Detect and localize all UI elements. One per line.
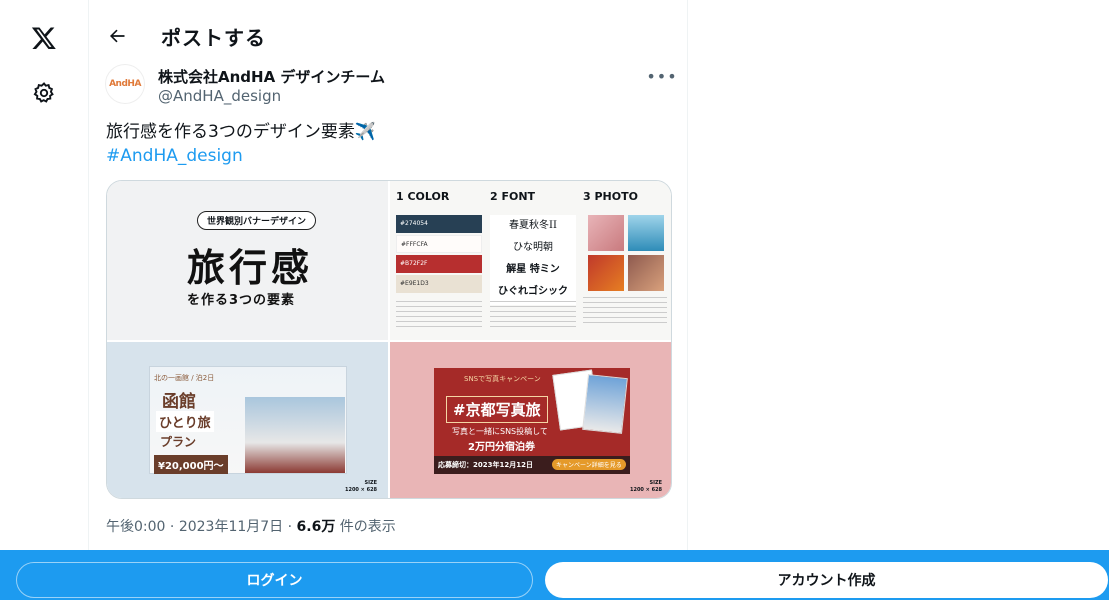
font-sample-4: ひぐれゴシック — [498, 286, 568, 297]
meta-separator: · — [169, 519, 175, 535]
back-arrow-icon[interactable] — [101, 20, 133, 52]
photo-thumb-2 — [628, 215, 664, 251]
hakodate-banner: 北の一画館 / 泊2日 函館 ひとり旅 プラン ¥20,000円〜 — [149, 366, 347, 474]
view-label: 件の表示 — [339, 519, 396, 535]
font-sample-2: ひな明朝 — [513, 242, 553, 253]
photo-thumb-3 — [588, 255, 624, 291]
kyoto-title: #京都写真旅 — [446, 396, 548, 423]
size-label-3: SIZE 1200 × 628 — [345, 480, 378, 493]
page-header: ポストする — [89, 0, 689, 72]
swatch-2: #FFFCFA — [396, 235, 482, 253]
color-heading: 1 COLOR — [396, 190, 450, 203]
font-sample-1: 春夏秋冬II — [509, 220, 557, 231]
media-tile-1[interactable]: 世界観別バナーデザイン 旅行感 を作る3つの要素 — [107, 181, 388, 340]
hakodate-line2: ひとり旅 — [156, 411, 214, 432]
photo-thumb-1 — [588, 215, 624, 251]
banner-title: 旅行感 — [187, 246, 314, 290]
post-time[interactable]: 午後0:00 — [106, 519, 165, 535]
hakodate-line3: プラン — [160, 435, 197, 449]
kyoto-line1: 写真と一緒にSNS投稿して — [452, 427, 548, 436]
view-count: 6.6万 — [296, 519, 336, 535]
kyoto-phone-2 — [582, 374, 628, 434]
author-name[interactable]: 株式会社AndHA デザインチーム — [158, 66, 385, 87]
left-nav — [0, 0, 88, 600]
banner-badge: 世界観別バナーデザイン — [197, 211, 317, 230]
media-tile-2[interactable]: 1 COLOR 2 FONT 3 PHOTO #274054 #FFFCFA #… — [390, 181, 671, 340]
main-column: ポストする AndHA 株式会社AndHA デザインチーム @AndHA_des… — [88, 0, 688, 600]
page-title: ポストする — [161, 26, 266, 50]
hakodate-line1: 函館 — [162, 392, 196, 412]
gear-icon[interactable] — [22, 71, 66, 115]
banner-subtitle: を作る3つの要素 — [187, 293, 296, 308]
size-label-4: SIZE 1200 × 628 — [630, 480, 663, 493]
post-meta: 午後0:00 · 2023年11月7日 · 6.6万 件の表示 — [106, 516, 396, 536]
author-handle[interactable]: @AndHA_design — [158, 87, 281, 105]
kyoto-line2: 2万円分宿泊券 — [468, 442, 535, 453]
swatch-3: #B72F2F — [396, 255, 482, 273]
font-sample-3: 解星 特ミン — [506, 264, 560, 275]
hakodate-photo — [245, 397, 345, 473]
hakodate-price: ¥20,000円〜 — [154, 455, 228, 474]
hakodate-tag: 北の一画館 / 泊2日 — [154, 374, 215, 382]
photo-thumb-4 — [628, 255, 664, 291]
media-tile-4[interactable]: SNSで写真キャンペーン #京都写真旅 写真と一緒にSNS投稿して 2万円分宿泊… — [390, 342, 671, 498]
login-button[interactable]: ログイン — [16, 562, 533, 598]
swatch-4: #E9E1D3 — [396, 275, 482, 293]
font-heading: 2 FONT — [490, 190, 536, 203]
avatar-logo: AndHA — [109, 79, 141, 89]
font-samples: 春夏秋冬II ひな明朝 解星 特ミン ひぐれゴシック — [490, 215, 576, 305]
caption-lines-2 — [490, 301, 576, 331]
media-grid[interactable]: 世界観別バナーデザイン 旅行感 を作る3つの要素 1 COLOR 2 FONT … — [106, 180, 672, 499]
kyoto-cta: キャンペーン詳細を見る — [552, 459, 626, 470]
photo-heading: 3 PHOTO — [583, 190, 638, 203]
meta-separator: · — [287, 519, 293, 535]
kyoto-deadline: 応募締切：2023年12月12日 — [438, 461, 533, 469]
caption-lines-3 — [583, 297, 667, 327]
post-text: 旅行感を作る3つのデザイン要素✈️ — [106, 122, 376, 142]
kyoto-tag: SNSで写真キャンペーン — [464, 375, 541, 383]
hashtag-link[interactable]: #AndHA_design — [106, 144, 243, 168]
post-date[interactable]: 2023年11月7日 — [179, 519, 283, 535]
more-options-icon[interactable]: ••• — [646, 64, 677, 88]
x-logo-icon[interactable] — [22, 16, 66, 60]
caption-lines-1 — [396, 301, 482, 331]
swatch-1: #274054 — [396, 215, 482, 233]
avatar[interactable]: AndHA — [105, 64, 145, 104]
media-tile-3[interactable]: 北の一画館 / 泊2日 函館 ひとり旅 プラン ¥20,000円〜 SIZE 1… — [107, 342, 388, 498]
bottom-login-bar: ログイン アカウント作成 — [0, 550, 1109, 600]
signup-button[interactable]: アカウント作成 — [545, 562, 1108, 598]
